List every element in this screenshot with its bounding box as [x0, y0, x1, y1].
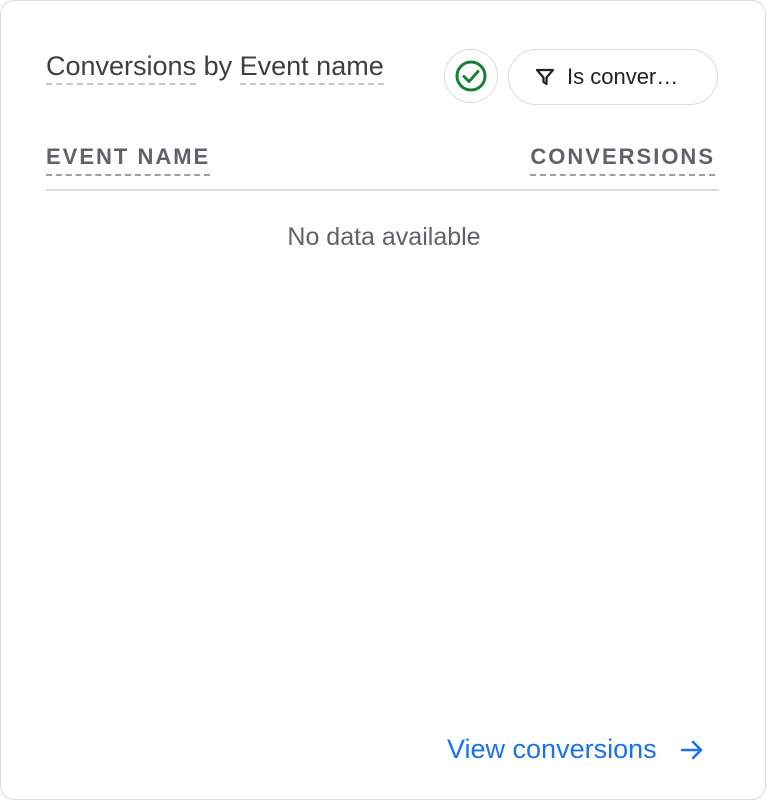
- empty-state-message: No data available: [287, 223, 481, 251]
- title-metric[interactable]: Conversions: [46, 51, 197, 85]
- view-conversions-label: View conversions: [447, 734, 657, 764]
- conversions-card: Conversions by Event name Is conver… EVE…: [0, 0, 766, 800]
- filter-icon: [535, 68, 555, 86]
- title-dimension[interactable]: Event name: [239, 51, 384, 85]
- data-quality-button[interactable]: [444, 49, 498, 103]
- view-conversions-link[interactable]: View conversions: [447, 734, 705, 765]
- check-circle-icon: [455, 60, 487, 92]
- column-header-conversions[interactable]: CONVERSIONS: [530, 144, 715, 176]
- column-header-event-name[interactable]: EVENT NAME: [46, 144, 211, 176]
- card-title: Conversions by Event name: [46, 51, 384, 85]
- title-joiner: by: [203, 51, 233, 81]
- filter-chip-label: Is conver…: [567, 64, 679, 89]
- filter-chip[interactable]: Is conver…: [508, 49, 718, 105]
- arrow-right-icon: [680, 740, 702, 759]
- table-header-divider: [46, 189, 719, 191]
